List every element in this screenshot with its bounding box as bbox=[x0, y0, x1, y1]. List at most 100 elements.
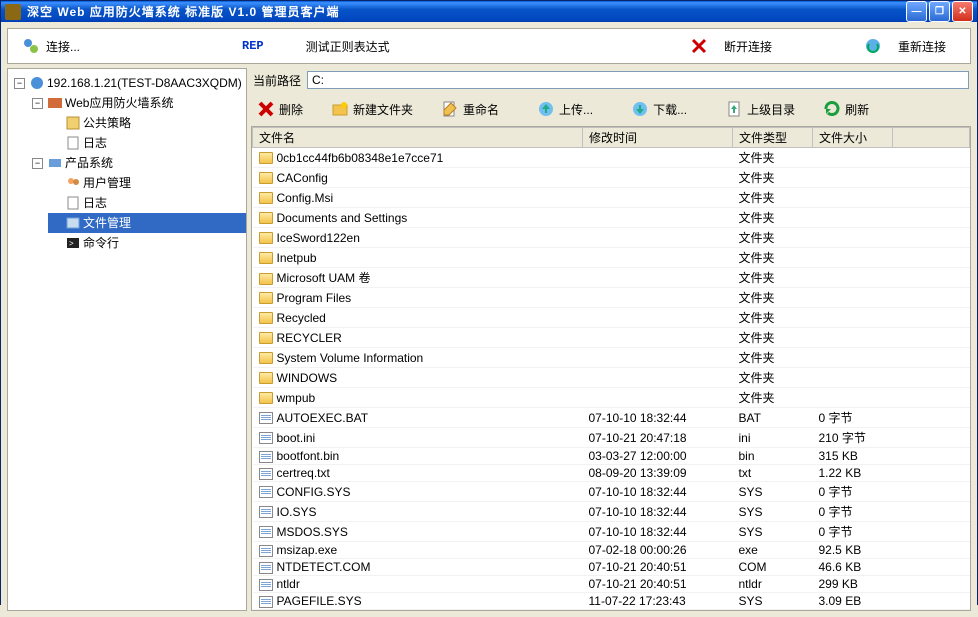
expander-icon[interactable]: − bbox=[32, 158, 43, 169]
file-name: Inetpub bbox=[277, 251, 317, 265]
file-size: 1.22 KB bbox=[813, 465, 893, 482]
file-size: 46.6 KB bbox=[813, 559, 893, 576]
rep-button[interactable]: REP bbox=[236, 37, 270, 55]
table-row[interactable]: msizap.exe07-02-18 00:00:26exe92.5 KB bbox=[253, 542, 970, 559]
table-row[interactable]: PAGEFILE.SYS11-07-22 17:23:43SYS3.09 EB bbox=[253, 593, 970, 610]
tree-file-mgmt[interactable]: 文件管理 bbox=[48, 213, 246, 233]
table-row[interactable]: 0cb1cc44fb6b08348e1e7cce71文件夹 bbox=[253, 148, 970, 168]
newfolder-button[interactable]: 新建文件夹 bbox=[327, 98, 417, 120]
maximize-button[interactable]: ❐ bbox=[929, 1, 950, 22]
file-name: MSDOS.SYS bbox=[277, 525, 348, 539]
file-icon bbox=[259, 596, 273, 608]
table-row[interactable]: bootfont.bin03-03-27 12:00:00bin315 KB bbox=[253, 448, 970, 465]
table-row[interactable]: wmpub文件夹 bbox=[253, 388, 970, 408]
file-size: 3.09 EB bbox=[813, 593, 893, 610]
file-mtime: 07-10-10 18:32:44 bbox=[583, 522, 733, 542]
col-name[interactable]: 文件名 bbox=[253, 128, 583, 148]
rename-button[interactable]: 重命名 bbox=[437, 98, 503, 120]
log-icon bbox=[65, 135, 81, 151]
file-type: txt bbox=[733, 465, 813, 482]
rename-icon bbox=[441, 100, 459, 118]
table-row[interactable]: System Volume Information文件夹 bbox=[253, 348, 970, 368]
minimize-button[interactable]: — bbox=[906, 1, 927, 22]
download-button[interactable]: 下载... bbox=[627, 98, 691, 120]
table-row[interactable]: CAConfig文件夹 bbox=[253, 168, 970, 188]
table-row[interactable]: Microsoft UAM 卷文件夹 bbox=[253, 268, 970, 288]
test-regex-label: 测试正则表达式 bbox=[306, 38, 390, 55]
col-mtime[interactable]: 修改时间 bbox=[583, 128, 733, 148]
table-row[interactable]: Config.Msi 文件夹 bbox=[253, 188, 970, 208]
tree-log2-label: 日志 bbox=[83, 194, 107, 212]
file-icon bbox=[259, 526, 273, 538]
file-mtime: 07-10-10 18:32:44 bbox=[583, 502, 733, 522]
folder-icon bbox=[259, 232, 273, 244]
file-icon bbox=[259, 545, 273, 557]
table-row[interactable]: AUTOEXEC.BAT07-10-10 18:32:44BAT0 字节 bbox=[253, 408, 970, 428]
upload-label: 上传... bbox=[559, 101, 593, 118]
folder-icon bbox=[259, 152, 273, 164]
col-type[interactable]: 文件类型 bbox=[733, 128, 813, 148]
close-button[interactable]: ✕ bbox=[952, 1, 973, 22]
file-mtime bbox=[583, 368, 733, 388]
tree-product[interactable]: − 产品系统 bbox=[30, 153, 246, 173]
table-row[interactable]: certreq.txt08-09-20 13:39:09txt1.22 KB bbox=[253, 465, 970, 482]
app-icon bbox=[5, 4, 21, 20]
file-icon bbox=[259, 451, 273, 463]
tree-public-policy[interactable]: 公共策略 bbox=[48, 113, 246, 133]
file-size bbox=[813, 148, 893, 168]
file-type: ntldr bbox=[733, 576, 813, 593]
file-mtime: 07-10-10 18:32:44 bbox=[583, 482, 733, 502]
file-mtime bbox=[583, 388, 733, 408]
file-mtime: 07-10-10 18:32:44 bbox=[583, 408, 733, 428]
table-row[interactable]: Recycled文件夹 bbox=[253, 308, 970, 328]
table-row[interactable]: Documents and Settings文件夹 bbox=[253, 208, 970, 228]
file-toolbar: 删除 新建文件夹 重命名 上传... bbox=[251, 92, 971, 126]
updir-button[interactable]: 上级目录 bbox=[721, 98, 799, 120]
folder-icon bbox=[259, 392, 273, 404]
tree-log1[interactable]: 日志 bbox=[48, 133, 246, 153]
table-row[interactable]: Inetpub文件夹 bbox=[253, 248, 970, 268]
table-row[interactable]: CONFIG.SYS07-10-10 18:32:44SYS0 字节 bbox=[253, 482, 970, 502]
tree-log2[interactable]: 日志 bbox=[48, 193, 246, 213]
table-row[interactable]: WINDOWS文件夹 bbox=[253, 368, 970, 388]
table-row[interactable]: MSDOS.SYS07-10-10 18:32:44SYS0 字节 bbox=[253, 522, 970, 542]
tree-root[interactable]: − 192.168.1.21(TEST-D8AAC3XQDM) bbox=[12, 73, 246, 93]
col-spacer bbox=[893, 128, 970, 148]
table-row[interactable]: NTDETECT.COM07-10-21 20:40:51COM46.6 KB bbox=[253, 559, 970, 576]
file-mtime bbox=[583, 148, 733, 168]
path-input[interactable] bbox=[307, 71, 969, 89]
download-label: 下载... bbox=[653, 101, 687, 118]
table-row[interactable]: Program Files文件夹 bbox=[253, 288, 970, 308]
disconnect-button[interactable]: 断开连接 bbox=[684, 35, 778, 57]
connect-label: 连接... bbox=[46, 38, 80, 55]
file-type: BAT bbox=[733, 408, 813, 428]
reconnect-button[interactable]: 重新连接 bbox=[858, 35, 952, 57]
expander-icon[interactable]: − bbox=[14, 78, 25, 89]
col-size[interactable]: 文件大小 bbox=[813, 128, 893, 148]
connect-button[interactable]: 连接... bbox=[16, 35, 86, 57]
file-type: ini bbox=[733, 428, 813, 448]
tree-cmd[interactable]: > 命令行 bbox=[48, 233, 246, 253]
file-size bbox=[813, 348, 893, 368]
table-row[interactable]: IceSword122en文件夹 bbox=[253, 228, 970, 248]
table-row[interactable]: RECYCLER文件夹 bbox=[253, 328, 970, 348]
svg-text:>: > bbox=[69, 239, 74, 248]
tree-user-mgmt[interactable]: 用户管理 bbox=[48, 173, 246, 193]
table-row[interactable]: boot.ini07-10-21 20:47:18ini210 字节 bbox=[253, 428, 970, 448]
file-type: 文件夹 bbox=[733, 268, 813, 288]
file-name: Config.Msi bbox=[277, 191, 334, 205]
upload-button[interactable]: 上传... bbox=[533, 98, 597, 120]
folder-icon bbox=[259, 352, 273, 364]
test-regex-button[interactable]: 测试正则表达式 bbox=[300, 36, 396, 57]
table-row[interactable]: IO.SYS07-10-10 18:32:44SYS0 字节 bbox=[253, 502, 970, 522]
file-name: Recycled bbox=[277, 311, 326, 325]
file-type: 文件夹 bbox=[733, 188, 813, 208]
file-type: SYS bbox=[733, 593, 813, 610]
delete-button[interactable]: 删除 bbox=[253, 98, 307, 120]
refresh-button[interactable]: 刷新 bbox=[819, 98, 873, 120]
expander-icon[interactable]: − bbox=[32, 98, 43, 109]
table-row[interactable]: ntldr07-10-21 20:40:51ntldr299 KB bbox=[253, 576, 970, 593]
tree-waf[interactable]: − Web应用防火墙系统 bbox=[30, 93, 246, 113]
file-size bbox=[813, 308, 893, 328]
file-size: 210 字节 bbox=[813, 428, 893, 448]
